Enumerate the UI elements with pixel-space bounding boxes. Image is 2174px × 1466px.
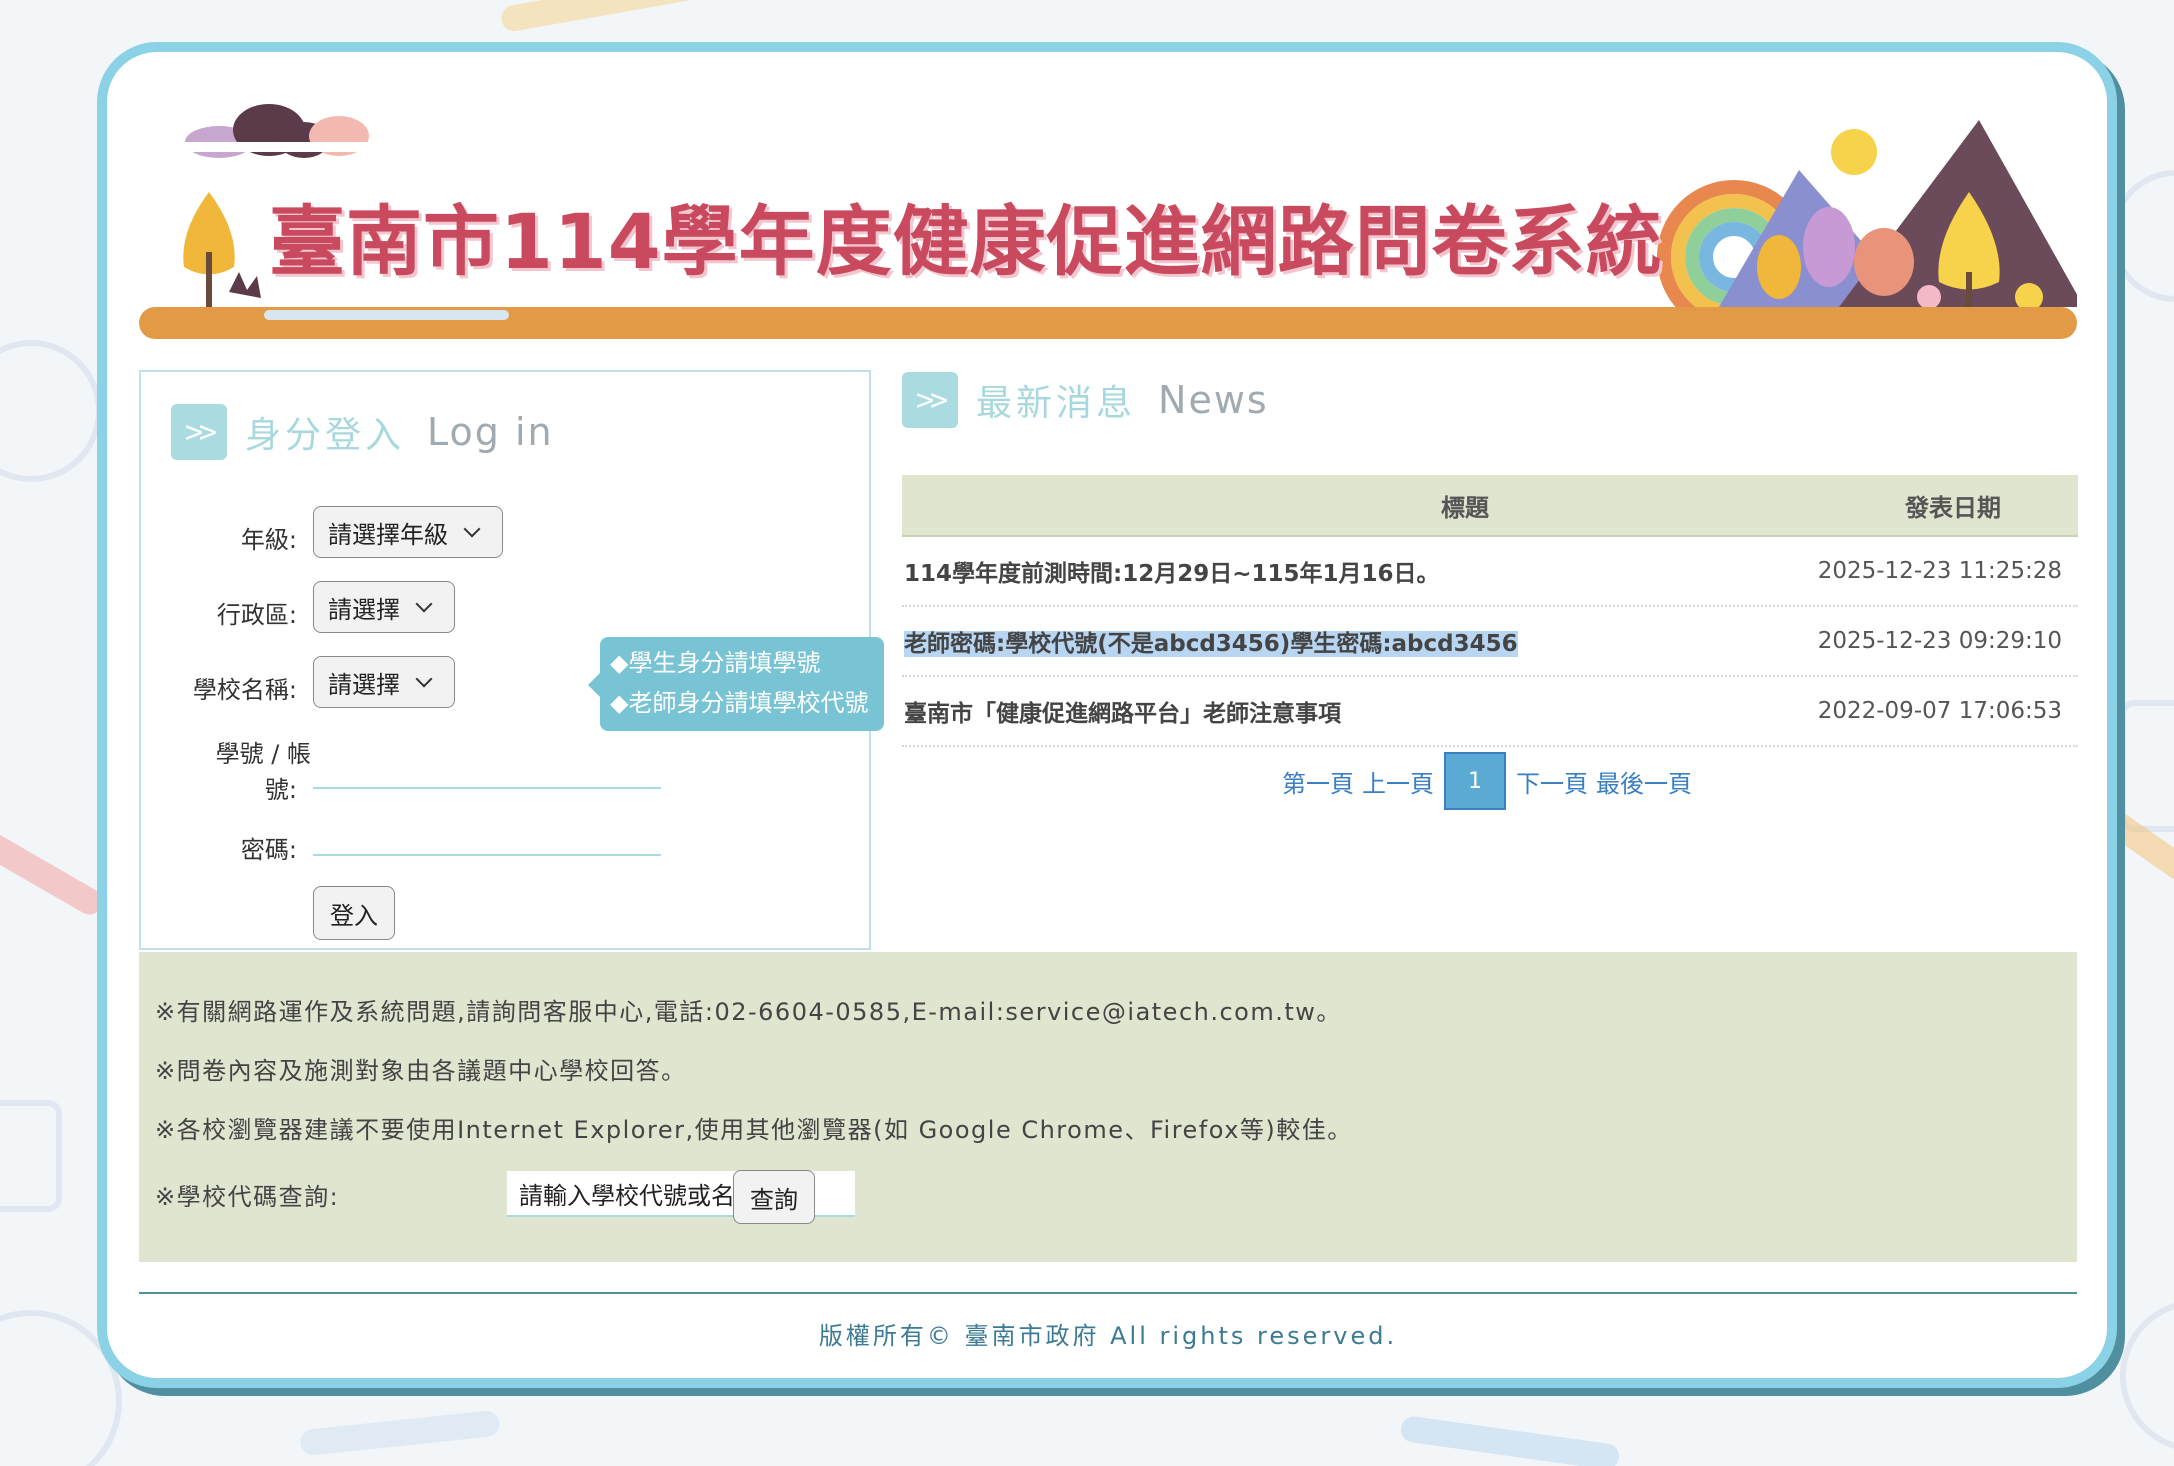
account-label-line1: 學號 / 帳	[215, 740, 311, 768]
district-label: 行政區:	[216, 601, 297, 629]
school-query-label: ※學校代碼查詢:	[155, 1183, 340, 1211]
col-header-date: 發表日期	[1905, 493, 2001, 522]
info-support-contact: ※有關網路運作及系統問題,請詢問客服中心,電話:02-6604-0585,E-m…	[155, 998, 1342, 1026]
pager-current-page[interactable]: 1	[1444, 752, 1506, 810]
news-title-link[interactable]: 老師密碼:學校代號(不是abcd3456)學生密碼:abcd3456	[904, 631, 1518, 657]
table-row[interactable]: 老師密碼:學校代號(不是abcd3456)學生密碼:abcd3456 2025-…	[902, 607, 2078, 677]
news-table: 標題 發表日期 114學年度前測時間:12月29日~115年1月16日。 202…	[902, 475, 2078, 747]
school-label: 學校名稱:	[192, 676, 297, 704]
col-header-title: 標題	[1441, 493, 1489, 522]
account-label-line2: 號:	[264, 776, 297, 804]
login-hint-tooltip: ◆學生身分請填學號 ◆老師身分請填學校代號	[588, 637, 884, 731]
login-heading-en: Log in	[427, 410, 554, 454]
news-heading-en: News	[1158, 378, 1269, 422]
info-browser-note: ※各校瀏覽器建議不要使用Internet Explorer,使用其他瀏覽器(如 …	[155, 1116, 1353, 1144]
login-heading-zh: 身分登入	[245, 415, 406, 456]
cloud-icon	[179, 104, 389, 158]
password-label: 密碼:	[240, 836, 297, 864]
double-chevron-icon: >>	[171, 404, 227, 460]
school-select[interactable]: 請選擇	[313, 656, 455, 708]
chevron-down-icon	[415, 670, 433, 688]
page-title: 臺南市114學年度健康促進網路問卷系統	[269, 197, 1663, 286]
account-input[interactable]	[313, 749, 661, 789]
info-section: ※有關網路運作及系統問題,請詢問客服中心,電話:02-6604-0585,E-m…	[139, 952, 2077, 1262]
news-date: 2022-09-07 17:06:53	[1817, 698, 2062, 724]
news-title-link[interactable]: 臺南市「健康促進網路平台」老師注意事項	[902, 694, 1812, 728]
news-table-header: 標題 發表日期	[902, 475, 2078, 537]
school-select-value: 請選擇	[328, 670, 400, 699]
sun-icon	[1831, 129, 1877, 175]
query-button[interactable]: 查詢	[733, 1170, 815, 1224]
tooltip-student-hint: ◆學生身分請填學號	[610, 649, 821, 677]
login-heading: >> 身分登入 Log in	[171, 404, 554, 460]
news-date: 2025-12-23 09:29:10	[1817, 628, 2062, 654]
double-chevron-icon: >>	[902, 372, 958, 428]
table-row[interactable]: 臺南市「健康促進網路平台」老師注意事項 2022-09-07 17:06:53	[902, 677, 2078, 747]
pager-first[interactable]: 第一頁	[1282, 764, 1354, 799]
tree-icon	[183, 192, 261, 312]
chevron-down-icon	[415, 595, 433, 613]
table-row[interactable]: 114學年度前測時間:12月29日~115年1月16日。 2025-12-23 …	[902, 537, 2078, 607]
footer-divider	[139, 1292, 2077, 1294]
banner: 臺南市114學年度健康促進網路問卷系統	[139, 92, 2077, 342]
grade-select[interactable]: 請選擇年級	[313, 506, 503, 558]
info-questionnaire-note: ※問卷內容及施測對象由各議題中心學校回答。	[155, 1057, 687, 1085]
district-select-value: 請選擇	[328, 595, 400, 624]
copyright-text: 版權所有© 臺南市政府 All rights reserved.	[818, 1322, 1398, 1350]
news-date: 2025-12-23 11:25:28	[1817, 558, 2062, 584]
password-input[interactable]	[313, 816, 661, 856]
news-heading: >> 最新消息 News	[902, 372, 1269, 428]
banner-bar-highlight	[264, 310, 509, 320]
pager-prev[interactable]: 上一頁	[1362, 764, 1434, 799]
tooltip-teacher-hint: ◆老師身分請填學校代號	[610, 689, 869, 717]
grade-select-value: 請選擇年級	[328, 520, 448, 549]
chevron-down-icon	[463, 520, 481, 538]
pager-next[interactable]: 下一頁	[1516, 764, 1588, 799]
pagination: 第一頁 上一頁 1 下一頁 最後一頁	[1282, 752, 1692, 810]
login-button[interactable]: 登入	[313, 886, 395, 940]
grade-label: 年級:	[240, 526, 297, 554]
news-title-link[interactable]: 114學年度前測時間:12月29日~115年1月16日。	[902, 554, 1812, 588]
pager-last[interactable]: 最後一頁	[1596, 764, 1692, 799]
district-select[interactable]: 請選擇	[313, 581, 455, 633]
news-heading-zh: 最新消息	[976, 383, 1137, 424]
